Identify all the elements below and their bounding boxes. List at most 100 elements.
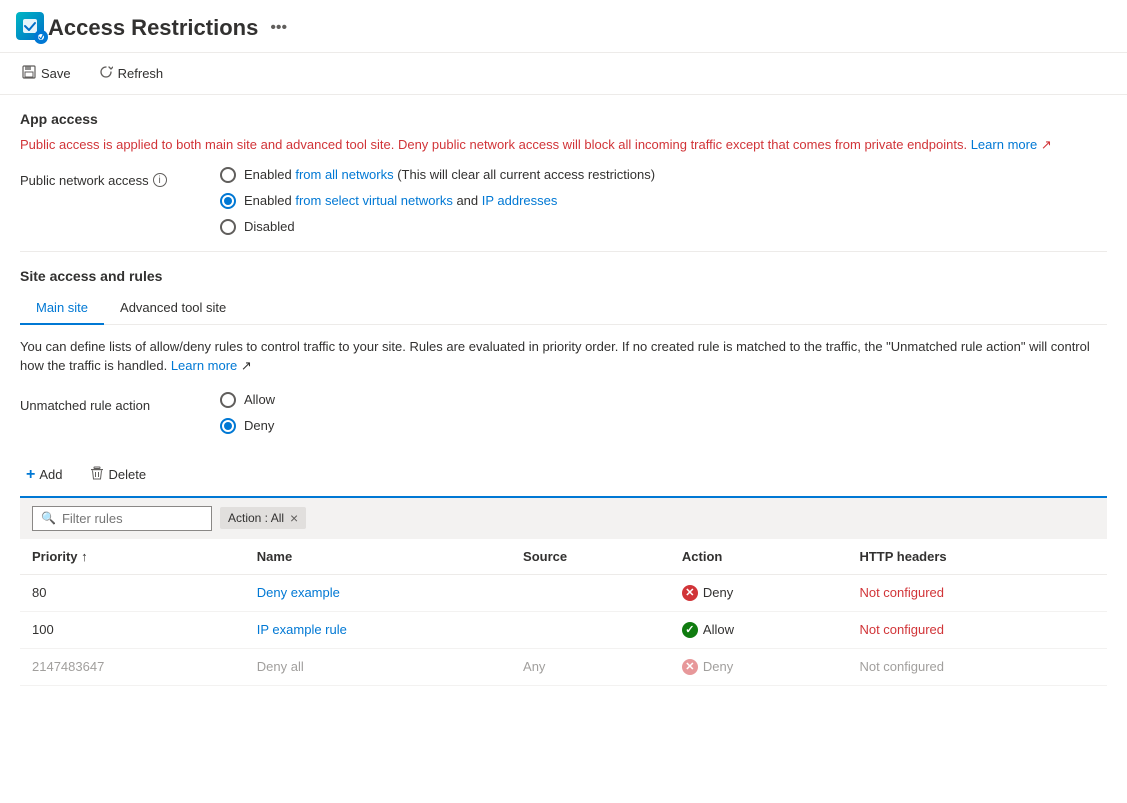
radio-option-select-networks[interactable]: Enabled from select virtual networks and… <box>220 193 655 209</box>
row2-name[interactable]: IP example rule <box>245 611 511 648</box>
main-content: App access Public access is applied to b… <box>0 95 1127 702</box>
filter-input-wrapper[interactable]: 🔍 <box>32 506 212 531</box>
opt1-highlight1: from all networks <box>295 167 393 182</box>
table-header-row: Priority ↑ Name Source Action HTTP heade… <box>20 539 1107 575</box>
table-body: 80 Deny example ✕ Deny Not confi <box>20 574 1107 685</box>
unmatched-rule-label: Unmatched rule action <box>20 392 220 413</box>
rules-action-toolbar: + Add Delete <box>20 454 1107 498</box>
opt2-middle: and <box>453 193 482 208</box>
filter-tag-close[interactable]: × <box>290 510 298 526</box>
row3-headers: Not configured <box>847 648 1107 685</box>
row1-action-badge: ✕ Deny <box>682 585 836 601</box>
radio-circle-deny <box>220 418 236 434</box>
info-tooltip-icon[interactable]: i <box>153 173 167 187</box>
table-row[interactable]: 80 Deny example ✕ Deny Not confi <box>20 574 1107 611</box>
app-access-section-title: App access <box>20 111 1107 127</box>
unmatched-rule-row: Unmatched rule action Allow Deny <box>20 392 1107 434</box>
external-link-icon-2: ↗ <box>241 358 252 373</box>
page-header: Access Restrictions ••• <box>0 0 1127 53</box>
refresh-button[interactable]: Refresh <box>93 61 170 86</box>
refresh-label: Refresh <box>118 66 164 81</box>
row3-action-text: Deny <box>703 659 733 674</box>
col-priority[interactable]: Priority ↑ <box>20 539 245 575</box>
row3-action: ✕ Deny <box>670 648 848 685</box>
site-access-title: Site access and rules <box>20 268 1107 284</box>
radio-option-disabled[interactable]: Disabled <box>220 219 655 235</box>
add-label: Add <box>39 467 62 482</box>
toolbar: Save Refresh <box>0 53 1127 95</box>
col-action[interactable]: Action <box>670 539 848 575</box>
radio-unmatched-deny[interactable]: Deny <box>220 418 275 434</box>
row2-source <box>511 611 670 648</box>
save-button[interactable]: Save <box>16 61 77 86</box>
filter-rules-input[interactable] <box>62 511 192 526</box>
unmatched-rule-options: Allow Deny <box>220 392 275 434</box>
row2-headers-status: Not configured <box>859 622 944 637</box>
row2-priority: 100 <box>20 611 245 648</box>
tab-main-site[interactable]: Main site <box>20 292 104 325</box>
filter-bar: 🔍 Action : All × <box>20 498 1107 539</box>
row1-action-text: Deny <box>703 585 733 600</box>
row1-action: ✕ Deny <box>670 574 848 611</box>
app-access-info: Public access is applied to both main si… <box>20 135 1107 155</box>
page-title: Access Restrictions <box>48 15 258 41</box>
save-label: Save <box>41 66 71 81</box>
add-button[interactable]: + Add <box>20 462 68 488</box>
row1-headers: Not configured <box>847 574 1107 611</box>
row1-priority: 80 <box>20 574 245 611</box>
radio-option-all-networks[interactable]: Enabled from all networks (This will cle… <box>220 167 655 183</box>
radio-unmatched-allow[interactable]: Allow <box>220 392 275 408</box>
opt2-before: Enabled <box>244 193 295 208</box>
unmatched-deny-label: Deny <box>244 418 274 433</box>
delete-label: Delete <box>108 467 146 482</box>
row2-action: ✓ Allow <box>670 611 848 648</box>
delete-icon <box>90 466 104 483</box>
row3-deny-icon: ✕ <box>682 659 698 675</box>
section-divider <box>20 251 1107 252</box>
col-source[interactable]: Source <box>511 539 670 575</box>
opt1-before: Enabled <box>244 167 295 182</box>
row1-source <box>511 574 670 611</box>
row2-action-badge: ✓ Allow <box>682 622 836 638</box>
row2-action-text: Allow <box>703 622 734 637</box>
table-row[interactable]: 100 IP example rule ✓ Allow Not <box>20 611 1107 648</box>
row2-headers: Not configured <box>847 611 1107 648</box>
col-http-headers[interactable]: HTTP headers <box>847 539 1107 575</box>
site-tabs: Main site Advanced tool site <box>20 292 1107 325</box>
col-name[interactable]: Name <box>245 539 511 575</box>
more-options-icon[interactable]: ••• <box>270 19 287 37</box>
radio-circle-2 <box>220 193 236 209</box>
row2-name-link[interactable]: IP example rule <box>257 622 347 637</box>
action-filter-tag[interactable]: Action : All × <box>220 507 306 529</box>
radio-circle-allow <box>220 392 236 408</box>
table-row: 2147483647 Deny all Any ✕ Deny Not confi… <box>20 648 1107 685</box>
delete-button[interactable]: Delete <box>84 462 152 487</box>
learn-more-link-2[interactable]: Learn more <box>171 358 237 373</box>
row3-headers-status: Not configured <box>859 659 944 674</box>
public-network-access-label: Public network access i <box>20 167 220 188</box>
table-header: Priority ↑ Name Source Action HTTP heade… <box>20 539 1107 575</box>
app-icon-overlay <box>34 30 48 44</box>
row3-name: Deny all <box>245 648 511 685</box>
opt2-highlight2: IP addresses <box>482 193 558 208</box>
filter-tag-label: Action : All <box>228 511 284 525</box>
radio-circle-1 <box>220 167 236 183</box>
public-network-access-row: Public network access i Enabled from all… <box>20 167 1107 235</box>
info-text-prefix: Public access is applied to both main si… <box>20 137 967 152</box>
opt2-highlight1: from select virtual networks <box>295 193 453 208</box>
row1-name[interactable]: Deny example <box>245 574 511 611</box>
external-link-icon-1: ↗ <box>1041 137 1052 152</box>
learn-more-link-1[interactable]: Learn more <box>971 137 1037 152</box>
row3-action-badge: ✕ Deny <box>682 659 836 675</box>
save-icon <box>22 65 36 82</box>
page-container: Access Restrictions ••• Save Refresh <box>0 0 1127 803</box>
refresh-icon <box>99 65 113 82</box>
row3-priority: 2147483647 <box>20 648 245 685</box>
rules-table: Priority ↑ Name Source Action HTTP heade… <box>20 539 1107 686</box>
opt3-label: Disabled <box>244 219 295 234</box>
row1-name-link[interactable]: Deny example <box>257 585 340 600</box>
search-icon: 🔍 <box>41 511 56 525</box>
tab-advanced-tool[interactable]: Advanced tool site <box>104 292 242 325</box>
add-icon: + <box>26 466 35 484</box>
opt1-after: (This will clear all current access rest… <box>394 167 656 182</box>
